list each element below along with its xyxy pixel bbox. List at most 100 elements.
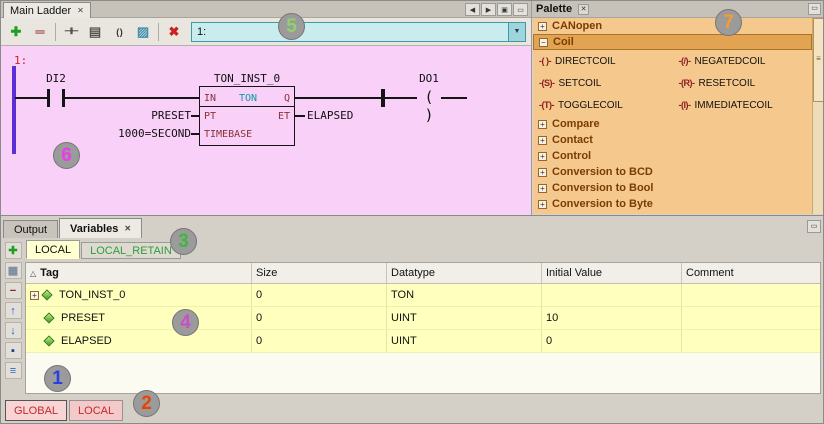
- column-header-datatype[interactable]: Datatype: [387, 263, 542, 283]
- expand-icon[interactable]: +: [538, 136, 547, 145]
- expand-icon[interactable]: +: [538, 168, 547, 177]
- column-header-label: Datatype: [391, 267, 435, 279]
- expand-icon[interactable]: +: [538, 120, 547, 129]
- pin-q-label: Q: [284, 93, 290, 104]
- table-row-ton-inst-0[interactable]: +TON_INST_00TON: [26, 284, 820, 307]
- remove-variable-button[interactable]: −: [5, 282, 22, 299]
- palette-maximize-button[interactable]: ▭: [808, 3, 821, 15]
- palette-group-conversion-to-bcd[interactable]: + Conversion to BCD: [533, 164, 812, 180]
- column-header-tag[interactable]: △Tag: [26, 263, 252, 283]
- table-row-preset[interactable]: PRESET0UINT10: [26, 307, 820, 330]
- palette-group-compare[interactable]: +Compare: [533, 116, 812, 132]
- float-panel-button[interactable]: ▣: [497, 3, 512, 16]
- ladder-canvas[interactable]: 1: DI2 TON_INST_0 IN TON Q PT ET TIMEBAS…: [1, 46, 531, 215]
- delete-element-button[interactable]: ✖: [163, 21, 185, 43]
- scrollbar-thumb[interactable]: ≡: [813, 18, 824, 102]
- insert-coil-button[interactable]: ( ): [108, 21, 130, 43]
- insert-branch-button[interactable]: ▨: [132, 21, 154, 43]
- insert-block-button[interactable]: ▤: [84, 21, 106, 43]
- palette-group-control[interactable]: +Control: [533, 148, 812, 164]
- scope-tab-local[interactable]: LOCAL: [69, 400, 123, 421]
- close-tab-icon[interactable]: ✕: [124, 224, 131, 233]
- tab-main-ladder[interactable]: Main Ladder ✕: [3, 2, 91, 18]
- move-down-button[interactable]: ↓: [5, 322, 22, 339]
- edit-grid-button[interactable]: ▦: [5, 262, 22, 279]
- move-up-button[interactable]: ↑: [5, 302, 22, 319]
- ton-function-block[interactable]: IN TON Q PT ET TIMEBASE: [199, 86, 295, 146]
- palette-group-label: Conversion to BCD: [552, 166, 653, 178]
- toolbar-separator: [158, 23, 159, 41]
- stop-button[interactable]: ▪: [5, 342, 22, 359]
- pt-operand-label: PRESET: [87, 110, 191, 121]
- palette-scrollbar[interactable]: ≡: [812, 18, 824, 214]
- contact-symbol[interactable]: [47, 89, 65, 107]
- app-window: Main Ladder ✕ ◀▶▣▭ ✚═⊣⊢▤( )▨✖ 1: ▼ 1: DI…: [0, 0, 824, 424]
- datatype-cell: UINT: [387, 307, 542, 329]
- close-tab-icon[interactable]: ✕: [77, 6, 84, 15]
- expand-icon[interactable]: +: [538, 200, 547, 209]
- tab-variables[interactable]: Variables ✕: [59, 218, 142, 238]
- wire-segment: [65, 97, 199, 99]
- palette-group-coil[interactable]: −Coil: [533, 34, 812, 50]
- palette-group-contact[interactable]: +Contact: [533, 132, 812, 148]
- maximize-panel-button[interactable]: ▭: [513, 3, 528, 16]
- palette-item-resetcoil[interactable]: -(R)-RESETCOIL: [673, 78, 813, 89]
- scroll-tabs-right-button[interactable]: ▶: [481, 3, 496, 16]
- scroll-tabs-left-button[interactable]: ◀: [465, 3, 480, 16]
- bottom-maximize-button[interactable]: ▭: [807, 220, 821, 233]
- power-rail: [12, 66, 16, 154]
- bottom-tabbar: Output Variables ✕: [3, 218, 142, 238]
- column-header-initial-value[interactable]: Initial Value: [542, 263, 682, 283]
- palette-group-label: CANopen: [552, 20, 602, 32]
- togglecoil-icon: -(T)-: [539, 100, 554, 110]
- annotation-circle-2: 2: [133, 390, 160, 417]
- tab-output[interactable]: Output: [3, 220, 58, 238]
- palette-group-label: Conversion to Bool: [552, 182, 653, 194]
- negatedcoil-icon: -(/)-: [679, 56, 691, 66]
- insert-rung-button[interactable]: ✚: [5, 21, 27, 43]
- resetcoil-icon: -(R)-: [679, 78, 695, 88]
- palette-close-icon[interactable]: ✕: [578, 4, 589, 15]
- table-row-elapsed[interactable]: ELAPSED0UINT0: [26, 330, 820, 353]
- rung-select-combo[interactable]: 1: ▼: [191, 22, 526, 42]
- scope-tab-global[interactable]: GLOBAL: [5, 400, 67, 421]
- pin-et-label: ET: [278, 111, 290, 122]
- coil-symbol[interactable]: ( ): [417, 88, 441, 107]
- column-header-comment[interactable]: Comment: [682, 263, 820, 283]
- expand-icon[interactable]: +: [538, 22, 547, 31]
- palette-group-conversion-to-byte[interactable]: +Conversion to Byte: [533, 196, 812, 212]
- collapse-icon[interactable]: −: [539, 38, 548, 47]
- add-variable-button[interactable]: ✚: [5, 242, 22, 259]
- insert-contact-button[interactable]: ⊣⊢: [60, 21, 82, 43]
- tag-text: TON_INST_0: [59, 289, 125, 301]
- datatype-cell: TON: [387, 284, 542, 306]
- expand-icon[interactable]: +: [30, 291, 39, 300]
- immediatecoil-icon: -(I)-: [679, 100, 691, 110]
- block-type-label: TON: [226, 93, 270, 104]
- delete-rung-button[interactable]: ═: [29, 21, 51, 43]
- palette-item-immediatecoil[interactable]: -(I)-IMMEDIATECOIL: [673, 100, 813, 111]
- sort-list-button[interactable]: ≡: [5, 362, 22, 379]
- column-header-size[interactable]: Size: [252, 263, 387, 283]
- expand-icon[interactable]: +: [538, 152, 547, 161]
- palette-item-togglecoil[interactable]: -(T)-TOGGLECOIL: [533, 100, 673, 111]
- pin-in-label: IN: [204, 93, 216, 104]
- palette-item-directcoil[interactable]: -( )-DIRECTCOIL: [533, 56, 673, 67]
- rung-number: 1:: [14, 55, 27, 66]
- palette-group-canopen[interactable]: + CANopen: [533, 18, 812, 34]
- column-header-label: Size: [256, 267, 277, 279]
- expand-icon[interactable]: +: [538, 184, 547, 193]
- tag-text: PRESET: [61, 312, 105, 324]
- palette-group-conversion-to-bool[interactable]: + Conversion to Bool: [533, 180, 812, 196]
- subtab-local-retain[interactable]: LOCAL_RETAIN: [81, 242, 181, 259]
- global-local-tabs: GLOBALLOCAL: [5, 400, 123, 421]
- combo-dropdown-icon[interactable]: ▼: [508, 23, 525, 41]
- palette-item-setcoil[interactable]: -(S)-SETCOIL: [533, 78, 673, 89]
- palette-panel: Palette ✕ ▭ +CANopen−Coil-( )-DIRECTCOIL…: [532, 1, 824, 215]
- tab-variables-label: Variables: [70, 223, 118, 235]
- wire-segment: [295, 115, 305, 117]
- subtab-local[interactable]: LOCAL: [26, 240, 80, 259]
- palette-item-row: -( )-DIRECTCOIL-(/)-NEGATEDCOIL: [533, 50, 812, 72]
- palette-item-negatedcoil[interactable]: -(/)-NEGATEDCOIL: [673, 56, 813, 67]
- tag-cell: PRESET: [26, 307, 252, 329]
